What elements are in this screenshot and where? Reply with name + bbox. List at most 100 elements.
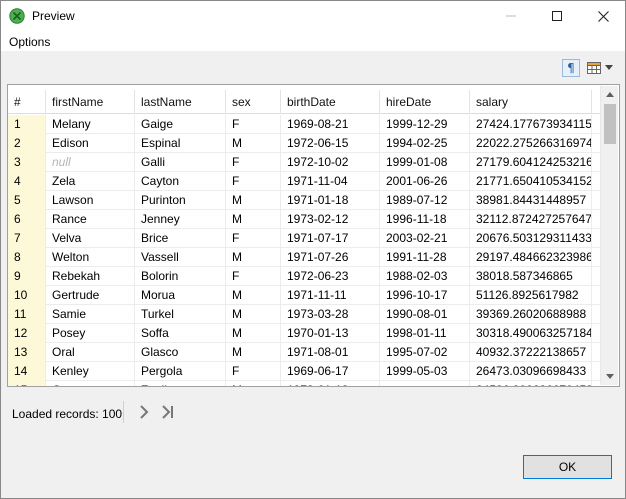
column-header[interactable]: salary bbox=[470, 90, 592, 114]
table-cell[interactable]: Brice bbox=[135, 229, 226, 248]
chevron-down-icon[interactable] bbox=[605, 65, 613, 70]
last-page-button[interactable] bbox=[159, 404, 177, 420]
table-cell[interactable]: 1971-07-26 bbox=[281, 248, 380, 267]
row-index-cell[interactable]: 8 bbox=[8, 248, 46, 267]
scroll-thumb[interactable] bbox=[604, 104, 616, 144]
table-cell[interactable] bbox=[380, 381, 470, 386]
table-cell[interactable]: M bbox=[226, 343, 281, 362]
table-cell[interactable]: 1971-01-18 bbox=[281, 191, 380, 210]
table-cell[interactable]: 1999-05-03 bbox=[380, 362, 470, 381]
table-cell[interactable]: 1999-01-08 bbox=[380, 153, 470, 172]
table-cell[interactable]: 1999-12-29 bbox=[380, 115, 470, 134]
table-cell[interactable]: Turkel bbox=[135, 305, 226, 324]
table-cell[interactable]: 1996-10-17 bbox=[380, 286, 470, 305]
row-index-cell[interactable]: 3 bbox=[8, 153, 46, 172]
table-cell[interactable]: 1971-11-04 bbox=[281, 172, 380, 191]
table-cell[interactable]: 30318.490063257184 bbox=[470, 324, 592, 343]
ok-button[interactable]: OK bbox=[523, 455, 612, 479]
table-cell[interactable]: Glasco bbox=[135, 343, 226, 362]
table-cell[interactable]: M bbox=[226, 324, 281, 343]
table-cell[interactable]: Galli bbox=[135, 153, 226, 172]
table-cell[interactable]: Velva bbox=[46, 229, 135, 248]
row-index-cell[interactable]: 14 bbox=[8, 362, 46, 381]
menu-options[interactable]: Options bbox=[9, 35, 50, 49]
row-index-cell[interactable]: 13 bbox=[8, 343, 46, 362]
table-cell[interactable]: F bbox=[226, 362, 281, 381]
table-cell[interactable]: M bbox=[226, 248, 281, 267]
row-index-cell[interactable]: 12 bbox=[8, 324, 46, 343]
table-cell[interactable]: 1996-11-18 bbox=[380, 210, 470, 229]
column-header[interactable]: # bbox=[8, 90, 46, 114]
table-cell[interactable]: 24526.906686670453 bbox=[470, 381, 592, 386]
row-index-cell[interactable]: 5 bbox=[8, 191, 46, 210]
table-cell[interactable]: Pergola bbox=[135, 362, 226, 381]
table-cell[interactable]: Rance bbox=[46, 210, 135, 229]
table-cell[interactable]: 38018.587346865 bbox=[470, 267, 592, 286]
table-cell[interactable]: 2003-02-21 bbox=[380, 229, 470, 248]
table-cell[interactable]: 1971-08-01 bbox=[281, 343, 380, 362]
table-cell[interactable]: F bbox=[226, 172, 281, 191]
table-cell[interactable]: 51126.8925617982 bbox=[470, 286, 592, 305]
scroll-down-button[interactable] bbox=[601, 368, 619, 385]
row-index-cell[interactable]: 9 bbox=[8, 267, 46, 286]
column-header[interactable]: firstName bbox=[46, 90, 135, 114]
table-cell[interactable]: 27179.604124253216 bbox=[470, 153, 592, 172]
table-cell[interactable]: 32112.872427257647 bbox=[470, 210, 592, 229]
table-cell[interactable]: F bbox=[226, 267, 281, 286]
table-cell[interactable]: Jenney bbox=[135, 210, 226, 229]
minimize-button[interactable] bbox=[488, 1, 534, 31]
close-button[interactable] bbox=[580, 1, 626, 31]
table-grid-icon[interactable] bbox=[586, 59, 602, 77]
table-row[interactable]: 9 Rebekah Bolorin F 1972-06-23 1988-02-03 3801… bbox=[8, 267, 600, 286]
table-cell[interactable]: 1973-02-12 bbox=[281, 210, 380, 229]
table-cell[interactable]: Melany bbox=[46, 115, 135, 134]
table-cell[interactable]: 1989-07-12 bbox=[380, 191, 470, 210]
vertical-scrollbar[interactable] bbox=[600, 86, 618, 385]
table-row[interactable]: 8 Welton Vassell M 1971-07-26 1991-11-28 29197… bbox=[8, 248, 600, 267]
row-index-cell[interactable]: 15 bbox=[8, 381, 46, 386]
next-page-button[interactable] bbox=[137, 404, 151, 420]
table-cell[interactable]: 1973-03-28 bbox=[281, 305, 380, 324]
table-cell[interactable]: Oral bbox=[46, 343, 135, 362]
table-cell[interactable]: 1972-06-23 bbox=[281, 267, 380, 286]
table-cell[interactable]: 22022.275266316974 bbox=[470, 134, 592, 153]
column-header[interactable]: sex bbox=[226, 90, 281, 114]
table-cell[interactable]: 1972-06-15 bbox=[281, 134, 380, 153]
scroll-up-button[interactable] bbox=[601, 86, 619, 103]
table-cell[interactable]: Samie bbox=[46, 305, 135, 324]
maximize-button[interactable] bbox=[534, 1, 580, 31]
table-row[interactable]: 4 Zela Cayton F 1971-11-04 2001-06-26 21771.65… bbox=[8, 172, 600, 191]
table-cell[interactable]: Gaige bbox=[135, 115, 226, 134]
table-row[interactable]: 1 Melany Gaige F 1969-08-21 1999-12-29 27424.1… bbox=[8, 115, 600, 134]
table-cell[interactable]: Posey bbox=[46, 324, 135, 343]
table-cell[interactable]: Zela bbox=[46, 172, 135, 191]
table-cell[interactable]: Kenley bbox=[46, 362, 135, 381]
table-cell[interactable]: 29197.484662323986 bbox=[470, 248, 592, 267]
table-cell[interactable]: 1991-11-28 bbox=[380, 248, 470, 267]
table-cell[interactable]: F bbox=[226, 229, 281, 248]
table-cell[interactable]: Lawson bbox=[46, 191, 135, 210]
table-row[interactable]: 14 Kenley Pergola F 1969-06-17 1999-05-03 2647… bbox=[8, 362, 600, 381]
table-cell[interactable]: 1973-01-13 bbox=[281, 381, 380, 386]
table-cell[interactable]: 1994-02-25 bbox=[380, 134, 470, 153]
table-cell[interactable]: Welton bbox=[46, 248, 135, 267]
table-row[interactable]: 11 Samie Turkel M 1973-03-28 1990-08-01 39369.… bbox=[8, 305, 600, 324]
table-cell[interactable]: 2001-06-26 bbox=[380, 172, 470, 191]
table-row[interactable]: 12 Posey Soffa M 1970-01-13 1998-01-11 30318.4… bbox=[8, 324, 600, 343]
table-cell[interactable]: 1988-02-03 bbox=[380, 267, 470, 286]
row-index-cell[interactable]: 2 bbox=[8, 134, 46, 153]
table-row[interactable]: 2 Edison Espinal M 1972-06-15 1994-02-25 22022… bbox=[8, 134, 600, 153]
table-cell[interactable]: M bbox=[226, 210, 281, 229]
table-cell[interactable]: Garret bbox=[46, 381, 135, 386]
table-cell[interactable]: null bbox=[46, 153, 135, 172]
table-cell[interactable]: 39369.26020688988 bbox=[470, 305, 592, 324]
table-cell[interactable]: M bbox=[226, 381, 281, 386]
table-cell[interactable]: Vassell bbox=[135, 248, 226, 267]
table-cell[interactable]: 26473.03096698433 bbox=[470, 362, 592, 381]
table-cell[interactable]: 1970-01-13 bbox=[281, 324, 380, 343]
table-cell[interactable]: Morua bbox=[135, 286, 226, 305]
table-cell[interactable]: Purinton bbox=[135, 191, 226, 210]
pilcrow-toggle-icon[interactable]: ¶ bbox=[562, 59, 580, 77]
table-cell[interactable]: 1998-01-11 bbox=[380, 324, 470, 343]
table-cell[interactable]: 1969-06-17 bbox=[281, 362, 380, 381]
